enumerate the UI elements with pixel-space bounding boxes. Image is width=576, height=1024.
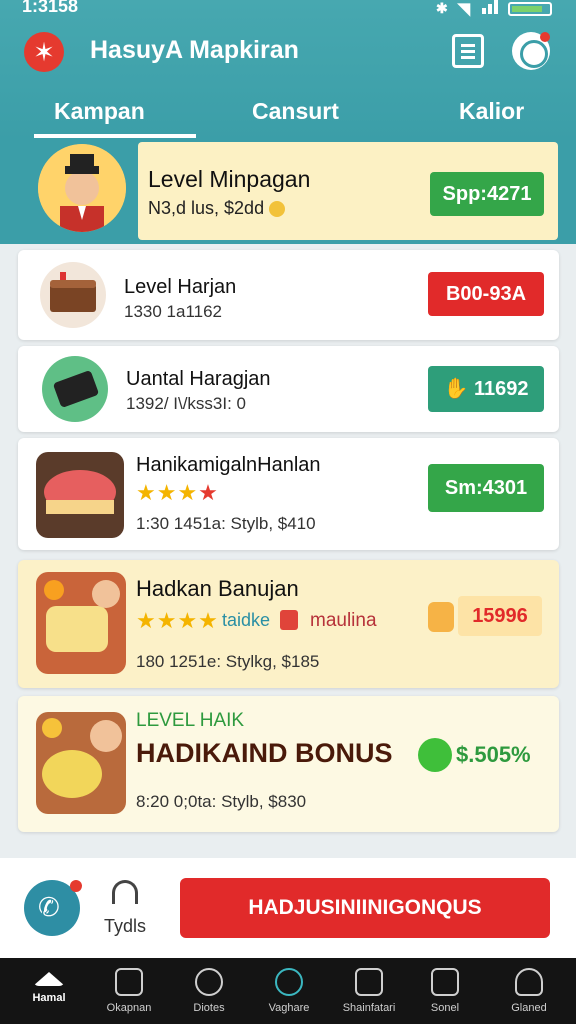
bonus-thumbnail — [36, 712, 126, 814]
tools-label[interactable]: Tydls — [104, 916, 146, 937]
nav-item-sonel[interactable]: Sonel — [404, 958, 486, 1024]
battery-icon — [508, 1, 552, 16]
list-item[interactable]: Hadkan Banujan ★★★★ taidke maulina 180 1… — [18, 560, 559, 688]
row-title: Uantal Haragjan — [126, 368, 271, 390]
cake-character-thumbnail — [36, 572, 126, 674]
row-title: HanikamigalnHanlan — [136, 454, 321, 476]
nav-item-shainfatari[interactable]: Shainfatari — [328, 958, 410, 1024]
phone-call-button[interactable]: ✆ — [24, 880, 82, 936]
signal-icon — [480, 0, 498, 19]
rating-stars: ★★★★ — [136, 480, 219, 505]
gift-icon — [280, 610, 298, 630]
nav-item-diotes[interactable]: Diotes — [168, 958, 250, 1024]
headset-icon[interactable] — [112, 880, 138, 904]
row-action-button[interactable]: ✋ 11692 — [428, 366, 544, 412]
list-item[interactable]: HanikamigalnHanlan ★★★★ 1:30 1451a: Styl… — [18, 438, 559, 550]
action-bar: ✆ Tydls HADJUSINIINIGONQUS — [0, 858, 576, 958]
row-tag: maulina — [310, 610, 377, 631]
app-bar: ✶ HasuyA Mapkiran — [0, 28, 576, 78]
profile-icon[interactable] — [512, 32, 550, 70]
row-kicker: LEVEL HAIK — [136, 710, 245, 731]
featured-card[interactable]: Level Minpagan N3,d lus, $2dd Spp:4271 — [138, 142, 558, 240]
nav-item-glaned[interactable]: Glaned — [488, 958, 570, 1024]
primary-action-button[interactable]: HADJUSINIINIGONQUS — [180, 878, 550, 938]
featured-subtitle: N3,d lus, $2dd — [148, 198, 286, 219]
document-icon[interactable] — [452, 34, 484, 68]
bottom-nav: Hamal Okapnan Diotes Vaghare Shainfatari… — [0, 958, 576, 1024]
coin-icon — [269, 201, 286, 218]
row-title: Hadkan Banujan — [136, 576, 299, 601]
row-title: HADIKAIND BONUS — [136, 738, 393, 768]
featured-avatar — [38, 144, 126, 232]
row-subtitle: 1330 1a1162 — [124, 302, 223, 321]
search-icon — [195, 968, 223, 996]
home-icon — [33, 972, 65, 986]
nav-item-home[interactable]: Hamal — [8, 958, 90, 1024]
bluetooth-icon: ✱ — [435, 0, 448, 16]
user-icon — [515, 968, 543, 996]
tab-bar: Kampan Cansurt Kalior — [0, 92, 576, 140]
store-icon — [115, 968, 143, 996]
list-item[interactable]: Uantal Haragjan 1392/ I\/kss3I: 0 ✋ 1169… — [18, 346, 559, 432]
tab-kalior[interactable]: Kalior — [459, 98, 524, 125]
tab-cansurt[interactable]: Cansurt — [252, 98, 339, 125]
dessert-thumbnail — [36, 452, 124, 538]
compass-icon — [275, 968, 303, 996]
notification-dot — [540, 32, 550, 42]
row-subtitle: 1392/ I\/kss3I: 0 — [126, 394, 247, 413]
status-time: 1:3158 — [22, 0, 79, 16]
notification-dot — [70, 880, 82, 892]
featured-level: Level Minpagan N3,d lus, $2dd Spp:4271 — [0, 140, 576, 244]
row-action-button[interactable]: 15996 — [458, 596, 542, 636]
app-logo-icon[interactable]: ✶ — [24, 32, 64, 72]
level-list: Level Harjan 1330 1a1162 B00-93A Uantal … — [18, 250, 559, 850]
list-item[interactable]: LEVEL HAIK HADIKAIND BONUS 8:20 0;0ta: S… — [18, 696, 559, 832]
tab-kampan[interactable]: Kampan — [54, 98, 145, 125]
active-tab-indicator — [34, 134, 196, 138]
featured-price-button[interactable]: Spp:4271 — [430, 172, 544, 216]
phone-thumbnail — [42, 356, 108, 422]
bonus-value[interactable]: $.505% — [456, 742, 531, 768]
row-title: Level Harjan — [124, 276, 237, 298]
app-title: HasuyA Mapkiran — [90, 36, 299, 64]
row-subtitle: 1:30 1451a: Stylb, $410 — [136, 514, 316, 533]
briefcase-icon — [431, 968, 459, 996]
leaf-icon — [418, 738, 452, 772]
row-subtitle: 8:20 0;0ta: Stylb, $830 — [136, 792, 307, 811]
nav-item-vaghare[interactable]: Vaghare — [248, 958, 330, 1024]
list-item[interactable]: Level Harjan 1330 1a1162 B00-93A — [18, 250, 559, 340]
header: 1:3158 ✱ ◥ ✶ HasuyA Mapkiran Kampan Cans… — [0, 0, 576, 140]
edit-icon — [355, 968, 383, 996]
wifi-icon: ◥ — [457, 0, 470, 18]
cake-thumbnail — [40, 262, 106, 328]
status-bar: 1:3158 ✱ ◥ — [0, 0, 576, 20]
status-icons: ✱ ◥ — [436, 0, 552, 19]
hand-icon: ✋ — [443, 378, 469, 400]
phone-icon: ✆ — [38, 892, 60, 922]
stars-label: taidke — [222, 610, 271, 630]
rating-stars: ★★★★ — [136, 608, 219, 633]
nav-item-okapnan[interactable]: Okapnan — [88, 958, 170, 1024]
cup-icon — [428, 602, 454, 632]
row-subtitle: 180 1251e: Stylkg, $185 — [136, 652, 320, 671]
row-action-button[interactable]: B00-93A — [428, 272, 544, 316]
row-action-button[interactable]: Sm:4301 — [428, 464, 544, 512]
featured-title: Level Minpagan — [148, 166, 311, 192]
